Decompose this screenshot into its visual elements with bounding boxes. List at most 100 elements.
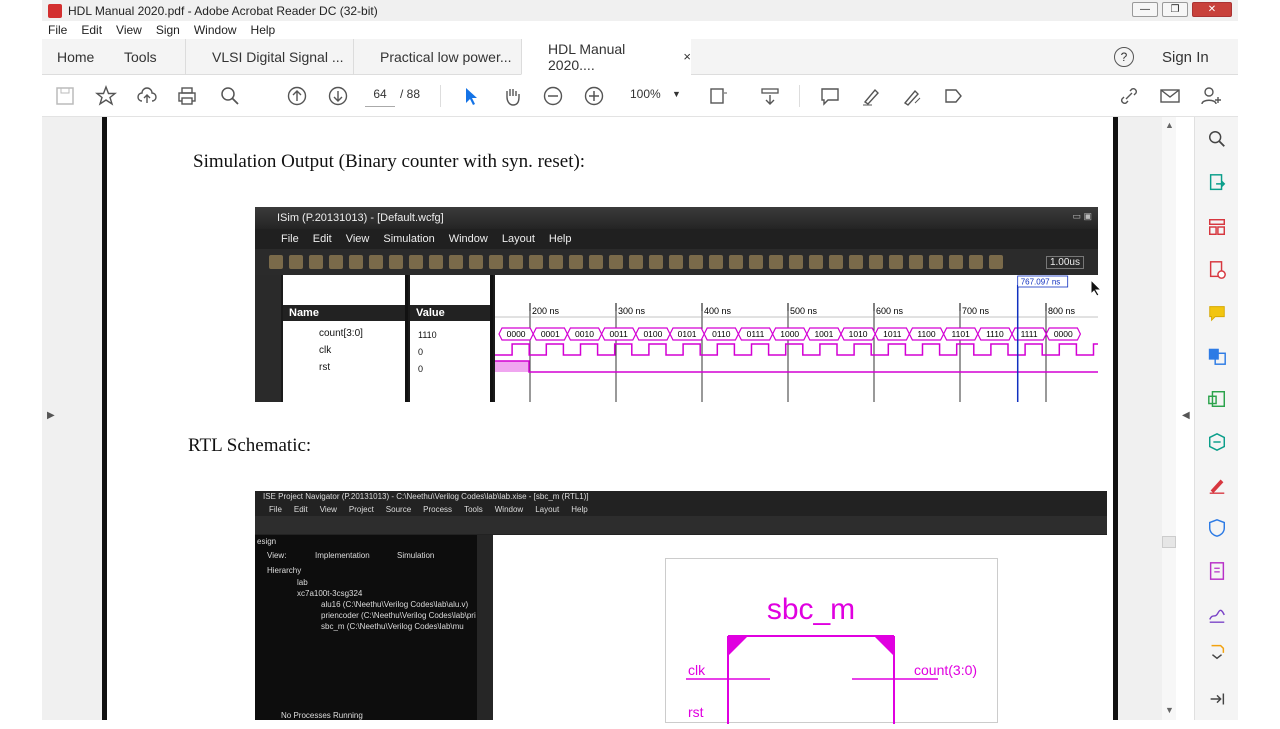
- email-icon[interactable]: [1158, 84, 1182, 108]
- ise-menu-tools: Tools: [464, 504, 483, 514]
- right-panel-collapse-icon[interactable]: ◀: [1182, 410, 1190, 421]
- tab-bar: Home Tools VLSI Digital Signal ... Pract…: [42, 39, 1238, 75]
- ise-menu-layout: Layout: [535, 504, 560, 514]
- organize-pages-icon[interactable]: [1205, 215, 1229, 239]
- tab-document-vlsi[interactable]: VLSI Digital Signal ...: [185, 39, 353, 75]
- search-pane-icon[interactable]: [1205, 127, 1229, 151]
- more-tools-icon[interactable]: [1205, 640, 1229, 664]
- zoom-dropdown-icon[interactable]: ▼: [672, 89, 681, 99]
- rst-waveform: [495, 360, 1098, 373]
- time-cursor-label: 767.097 ns: [1021, 278, 1061, 287]
- search-icon[interactable]: [218, 84, 242, 108]
- bookmark-star-icon[interactable]: [94, 84, 118, 108]
- clk-waveform: [495, 343, 1098, 356]
- highlight-pen-icon[interactable]: [859, 84, 883, 108]
- count-bus-value: 0110: [712, 329, 731, 339]
- scroll-thumb[interactable]: [1162, 536, 1176, 548]
- signal-count: count[3:0]: [319, 328, 363, 339]
- value-column-header: Value: [410, 305, 490, 321]
- zoom-level-select[interactable]: 100%: [630, 87, 661, 101]
- combine-files-icon[interactable]: [1205, 344, 1229, 368]
- zoom-out-icon[interactable]: [541, 84, 565, 108]
- restore-button[interactable]: ❐: [1162, 2, 1188, 17]
- sign-in-button[interactable]: Sign In: [1162, 39, 1209, 75]
- page-number-input[interactable]: 64: [365, 87, 395, 107]
- count-bus-value: 0011: [610, 329, 629, 339]
- export-pdf-icon[interactable]: [1205, 171, 1229, 195]
- comment-pane-icon[interactable]: [1205, 301, 1229, 325]
- scroll-down-icon[interactable]: ▼: [1165, 705, 1174, 715]
- draw-icon[interactable]: [900, 84, 924, 108]
- value-rst: 0: [418, 364, 424, 374]
- next-page-icon[interactable]: [326, 84, 350, 108]
- select-cursor-icon[interactable]: [459, 84, 483, 108]
- count-bus-value: 1111: [1021, 329, 1038, 339]
- fill-sign-icon[interactable]: [941, 84, 965, 108]
- zoom-in-icon[interactable]: [582, 84, 606, 108]
- isim-menu-simulation: Simulation: [383, 233, 435, 245]
- count-bus-value: 1101: [952, 329, 971, 339]
- share-link-icon[interactable]: [1117, 84, 1141, 108]
- menu-help[interactable]: Help: [251, 23, 276, 37]
- menu-sign[interactable]: Sign: [156, 23, 180, 37]
- tab-label: HDL Manual 2020....: [548, 40, 626, 73]
- menu-window[interactable]: Window: [194, 23, 237, 37]
- hierarchy-label: Hierarchy: [267, 566, 302, 575]
- compress-pdf-icon[interactable]: [1205, 387, 1229, 411]
- port-count: count(3:0): [914, 662, 977, 678]
- time-tick-label: 200 ns: [532, 306, 560, 316]
- tab-close-icon[interactable]: ×: [683, 49, 691, 64]
- add-user-icon[interactable]: [1199, 84, 1223, 108]
- count-bus-value: 1110: [986, 329, 1004, 339]
- tab-home[interactable]: Home: [57, 39, 94, 75]
- previous-page-icon[interactable]: [285, 84, 309, 108]
- ise-menu-view: View: [319, 504, 337, 514]
- tools-pane: [1194, 117, 1238, 720]
- protect-shield-icon[interactable]: [1205, 516, 1229, 540]
- time-tick-label: 800 ns: [1048, 306, 1076, 316]
- tab-document-low-power[interactable]: Practical low power...: [353, 39, 521, 75]
- vertical-scrollbar[interactable]: ▲ ▼: [1162, 117, 1176, 720]
- page-fit-icon[interactable]: [706, 84, 730, 108]
- tab-tools[interactable]: Tools: [124, 39, 157, 75]
- time-tick-label: 600 ns: [876, 306, 904, 316]
- rtl-schematic-canvas: sbc_m clk rst count(3:0): [665, 558, 998, 724]
- document-viewport[interactable]: ▶ Simulation Output (Binary counter with…: [42, 117, 1162, 724]
- help-button[interactable]: ?: [1114, 47, 1134, 67]
- isim-window-controls: ▭ ▣: [1072, 211, 1092, 221]
- scroll-up-icon[interactable]: ▲: [1165, 120, 1174, 130]
- create-pdf-icon[interactable]: [1205, 258, 1229, 282]
- menu-file[interactable]: File: [48, 23, 67, 37]
- count-bus-value: 0001: [541, 329, 560, 339]
- isim-run-time: 1.00us: [1045, 255, 1084, 269]
- time-tick-label: 300 ns: [618, 306, 646, 316]
- request-signature-icon[interactable]: [1205, 602, 1229, 626]
- menu-edit[interactable]: Edit: [81, 23, 102, 37]
- isim-screenshot: ISim (P.20131013) - [Default.wcfg] ▭ ▣ F…: [255, 207, 1098, 402]
- fill-sign-pane-icon[interactable]: [1205, 473, 1229, 497]
- tab-document-hdl-manual[interactable]: HDL Manual 2020.... ×: [521, 39, 691, 75]
- collapse-tools-icon[interactable]: [1205, 687, 1229, 711]
- isim-menu-file: File: [281, 233, 299, 245]
- view-implementation: Implementation: [315, 551, 370, 560]
- count-bus-value: 0100: [643, 329, 662, 339]
- print-icon[interactable]: [175, 84, 199, 108]
- save-icon[interactable]: [53, 84, 77, 108]
- hand-tool-icon[interactable]: [500, 84, 524, 108]
- scroll-mode-icon[interactable]: [758, 84, 782, 108]
- send-for-review-icon[interactable]: [1205, 430, 1229, 454]
- rst-high-fill: [495, 361, 529, 372]
- time-tick-label: 400 ns: [704, 306, 732, 316]
- left-panel-toggle-icon[interactable]: ▶: [47, 410, 55, 421]
- close-button[interactable]: ✕: [1192, 2, 1232, 17]
- menu-view[interactable]: View: [116, 23, 142, 37]
- view-label: View:: [267, 551, 287, 560]
- edit-pdf-icon[interactable]: [1205, 559, 1229, 583]
- minimize-button[interactable]: —: [1132, 2, 1158, 17]
- count-bus-value: 0010: [575, 329, 594, 339]
- tree-sbc-m: sbc_m (C:\Neethu\Verilog Codes\lab\mu: [321, 622, 464, 631]
- comment-icon[interactable]: [818, 84, 842, 108]
- upload-cloud-icon[interactable]: [135, 84, 159, 108]
- isim-menu-layout: Layout: [501, 233, 535, 245]
- tree-alu16: alu16 (C:\Neethu\Verilog Codes\lab\alu.v…: [321, 600, 469, 609]
